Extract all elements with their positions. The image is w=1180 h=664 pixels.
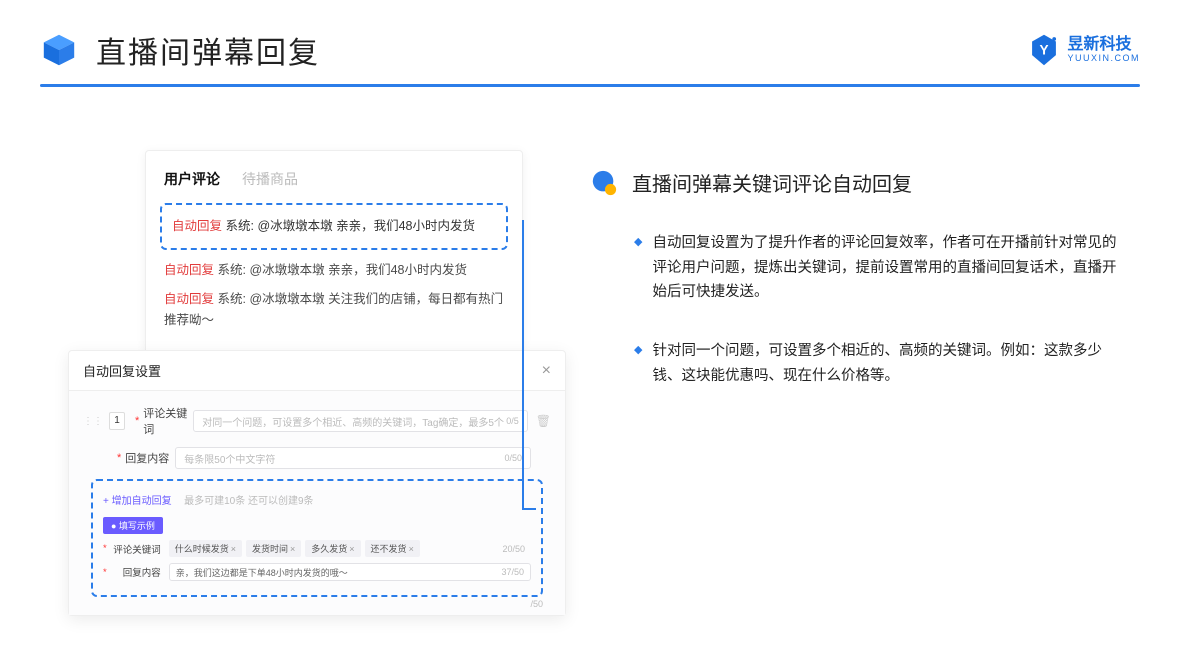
keyword-row: ⋮⋮ 1 * 评论关键词 对同一个问题，可设置多个相近、高频的关键词，Tag确定… <box>83 405 551 437</box>
row-number: 1 <box>109 412 125 430</box>
placeholder: 对同一个问题，可设置多个相近、高频的关键词，Tag确定，最多5个 <box>202 414 504 429</box>
brand: Y 昱新科技 YUUXIN.COM <box>1027 33 1140 67</box>
comment-line: 自动回复 系统: @冰墩墩本墩 亲亲，我们48小时内发货 <box>172 215 496 238</box>
tag[interactable]: 多久发货× <box>305 540 360 557</box>
required-star-icon: * <box>135 415 139 427</box>
stray-counter: /50 <box>530 599 543 609</box>
tabs: 用户评论 待播商品 <box>164 169 504 189</box>
comment-line: 自动回复 系统: @冰墩墩本墩 关注我们的店铺，每日都有热门推荐呦～ <box>164 289 504 332</box>
tab-user-comments[interactable]: 用户评论 <box>164 169 220 189</box>
tab-pending-products[interactable]: 待播商品 <box>242 169 298 189</box>
brand-name-cn: 昱新科技 <box>1067 36 1140 54</box>
add-hint: 最多可建10条 还可以创建9条 <box>184 496 313 507</box>
tag-remove-icon: × <box>290 544 295 554</box>
placeholder: 每条限50个中文字符 <box>184 451 275 466</box>
bullet-text: 针对同一个问题，可设置多个相近的、高频的关键词。例如：这款多少钱、这块能优惠吗、… <box>652 339 1130 388</box>
bullet-item: ◆ 针对同一个问题，可设置多个相近的、高频的关键词。例如：这款多少钱、这块能优惠… <box>634 339 1130 388</box>
diamond-icon: ◆ <box>634 235 642 305</box>
example-reply-label: 回复内容 <box>111 565 161 579</box>
add-row: + 增加自动回复 最多可建10条 还可以创建9条 <box>103 491 531 509</box>
brand-name-en: YUUXIN.COM <box>1067 54 1140 64</box>
comment-text: 系统: @冰墩墩本墩 亲亲，我们48小时内发货 <box>218 263 468 277</box>
reply-input[interactable]: 每条限50个中文字符 0/50 <box>175 447 531 469</box>
tag-remove-icon: × <box>409 544 414 554</box>
add-auto-reply-link[interactable]: + 增加自动回复 <box>103 496 172 507</box>
close-icon[interactable]: × <box>542 362 551 380</box>
comment-line: 自动回复 系统: @冰墩墩本墩 亲亲，我们48小时内发货 <box>164 260 504 281</box>
example-reply-counter: 37/50 <box>501 567 524 577</box>
example-frame: + 增加自动回复 最多可建10条 还可以创建9条 ● 填写示例 * 评论关键词 … <box>91 479 543 597</box>
keyword-counter: 0/5 <box>506 416 519 426</box>
delete-icon[interactable]: 🗑 <box>536 414 551 428</box>
example-keyword-label: 评论关键词 <box>111 542 161 556</box>
bullet-item: ◆ 自动回复设置为了提升作者的评论回复效率，作者可在开播前针对常见的评论用户问题… <box>634 231 1130 305</box>
comment-text: 系统: @冰墩墩本墩 关注我们的店铺，每日都有热门推荐呦～ <box>164 292 503 327</box>
reply-label: 回复内容 <box>125 450 175 466</box>
connector-line <box>522 508 536 510</box>
settings-body: ⋮⋮ 1 * 评论关键词 对同一个问题，可设置多个相近、高频的关键词，Tag确定… <box>69 391 565 615</box>
mockup-stage: 用户评论 待播商品 自动回复 系统: @冰墩墩本墩 亲亲，我们48小时内发货 自… <box>60 140 580 640</box>
page-title: 直播间弹幕回复 <box>96 28 320 72</box>
auto-reply-tag: 自动回复 <box>164 292 214 306</box>
keyword-label: 评论关键词 <box>143 405 193 437</box>
example-keyword-row: * 评论关键词 什么时候发货× 发货时间× 多久发货× 还不发货× 20/50 <box>103 540 531 557</box>
required-star-icon: * <box>117 452 121 464</box>
drag-handle-icon[interactable]: ⋮⋮ <box>83 416 103 427</box>
settings-header: 自动回复设置 × <box>69 351 565 391</box>
settings-title: 自动回复设置 <box>83 361 161 380</box>
divider <box>40 84 1140 87</box>
bullet-text: 自动回复设置为了提升作者的评论回复效率，作者可在开播前针对常见的评论用户问题，提… <box>652 231 1130 305</box>
section-head: 直播间弹幕关键词评论自动回复 <box>590 168 1130 197</box>
example-reply-input[interactable]: 亲，我们这边都是下单48小时内发货的哦～ 37/50 <box>169 563 531 581</box>
tag-remove-icon: × <box>231 544 236 554</box>
tag-remove-icon: × <box>349 544 354 554</box>
brand-icon: Y <box>1027 33 1061 67</box>
header: 直播间弹幕回复 Y 昱新科技 YUUXIN.COM <box>0 0 1180 72</box>
connector-line <box>522 220 524 508</box>
keyword-input[interactable]: 对同一个问题，可设置多个相近、高频的关键词，Tag确定，最多5个 0/5 <box>193 410 527 432</box>
highlighted-comment: 自动回复 系统: @冰墩墩本墩 亲亲，我们48小时内发货 <box>160 203 508 250</box>
tag[interactable]: 还不发货× <box>365 540 420 557</box>
section-title: 直播间弹幕关键词评论自动回复 <box>632 168 912 197</box>
required-star-icon: * <box>103 543 107 554</box>
required-star-icon: * <box>103 567 107 578</box>
right-column: 直播间弹幕关键词评论自动回复 ◆ 自动回复设置为了提升作者的评论回复效率，作者可… <box>590 168 1130 422</box>
bubble-icon <box>590 169 618 197</box>
reply-counter: 0/50 <box>504 453 522 463</box>
example-reply-row: * 回复内容 亲，我们这边都是下单48小时内发货的哦～ 37/50 <box>103 563 531 581</box>
bullet-list: ◆ 自动回复设置为了提升作者的评论回复效率，作者可在开播前针对常见的评论用户问题… <box>590 231 1130 388</box>
diamond-icon: ◆ <box>634 343 642 388</box>
auto-reply-tag: 自动回复 <box>172 219 222 233</box>
reply-row: * 回复内容 每条限50个中文字符 0/50 <box>83 447 551 469</box>
example-keyword-counter: 20/50 <box>502 544 525 554</box>
example-reply-value: 亲，我们这边都是下单48小时内发货的哦～ <box>176 566 348 579</box>
comment-text: 系统: @冰墩墩本墩 亲亲，我们48小时内发货 <box>226 219 476 233</box>
auto-reply-tag: 自动回复 <box>164 263 214 277</box>
tag[interactable]: 发货时间× <box>246 540 301 557</box>
svg-text:Y: Y <box>1040 42 1049 57</box>
tag[interactable]: 什么时候发货× <box>169 540 242 557</box>
comments-card: 用户评论 待播商品 自动回复 系统: @冰墩墩本墩 亲亲，我们48小时内发货 自… <box>145 150 523 354</box>
example-badge: ● 填写示例 <box>103 517 163 534</box>
cube-icon <box>40 31 78 69</box>
settings-card: 自动回复设置 × ⋮⋮ 1 * 评论关键词 对同一个问题，可设置多个相近、高频的… <box>68 350 566 616</box>
